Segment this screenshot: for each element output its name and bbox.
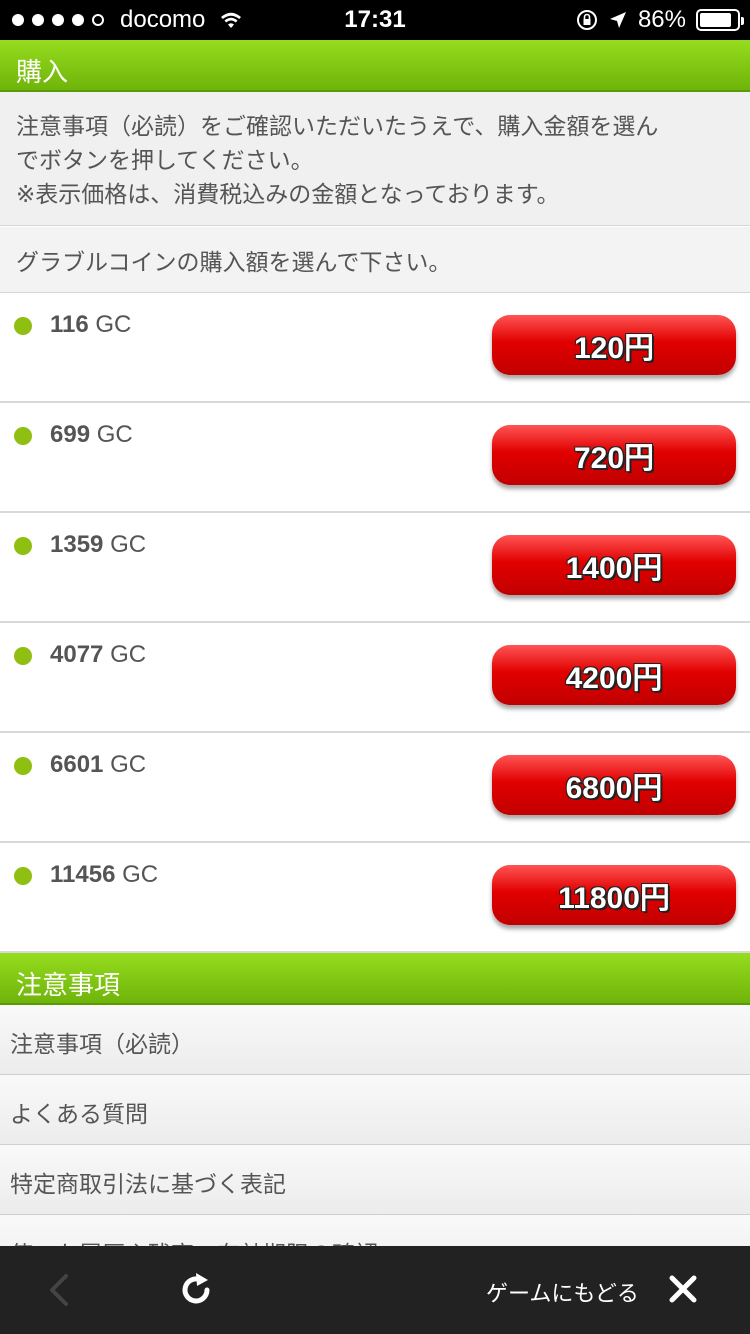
price-button-120[interactable]: 120円 [492,315,736,375]
coin-amount: 11456 GC [50,861,158,889]
purchase-option-row: 116 GC 120円 [0,293,750,403]
battery-icon [696,9,744,31]
purchase-option-row: 699 GC 720円 [0,403,750,513]
return-to-game-label[interactable]: ゲームにもどる [486,1276,639,1308]
coin-unit: GC [110,751,147,778]
coin-amount: 6601 GC [50,751,146,779]
bullet-icon [14,757,32,775]
bottom-toolbar: ゲームにもどる [0,1246,750,1334]
back-arrow-icon[interactable] [40,1270,80,1310]
status-bar: docomo 17:31 86% [0,0,750,40]
coin-count: 116 [50,311,89,338]
coin-amount: 4077 GC [50,641,146,669]
menu-item-faq[interactable]: よくある質問 [0,1075,750,1145]
price-button-6800[interactable]: 6800円 [492,755,736,815]
rotation-lock-icon [576,10,597,30]
purchase-option-row: 1359 GC 1400円 [0,513,750,623]
coin-amount: 699 GC [50,421,133,449]
price-button-4200[interactable]: 4200円 [492,645,736,705]
purchase-option-row: 6601 GC 6800円 [0,733,750,843]
menu-item-notice[interactable]: 注意事項（必読） [0,1005,750,1075]
reload-icon[interactable] [176,1270,216,1310]
coin-count: 11456 [50,861,116,888]
price-button-1400[interactable]: 1400円 [492,535,736,595]
close-icon[interactable] [668,1274,698,1304]
purchase-header: 購入 [0,40,750,92]
bullet-icon [14,867,32,885]
location-arrow-icon [609,12,626,28]
purchase-option-row: 4077 GC 4200円 [0,623,750,733]
notice-box: 注意事項（必読）をご確認いただいたうえで、購入金額を選ん でボタンを押してくださ… [0,92,750,226]
notes-header: 注意事項 [0,953,750,1005]
purchase-options-list: 116 GC 120円 699 GC 720円 1359 GC 1400円 40… [0,293,750,953]
purchase-option-row: 11456 GC 11800円 [0,843,750,953]
coin-count: 4077 [50,641,104,668]
bullet-icon [14,647,32,665]
bullet-icon [14,537,32,555]
coin-count: 1359 [50,531,104,558]
battery-percent: 86% [637,6,686,33]
notice-line-1: 注意事項（必読）をご確認いただいたうえで、購入金額を選ん [16,114,659,140]
notice-line-2: でボタンを押してください。 [16,148,314,174]
coin-unit: GC [110,641,147,668]
coin-unit: GC [110,531,147,558]
notice-line-3: ※表示価格は、消費税込みの金額となっております。 [16,182,560,208]
choose-amount-text: グラブルコインの購入額を選んで下さい。 [0,227,750,293]
notes-menu-list: 注意事項（必読） よくある質問 特定商取引法に基づく表記 使った履歴や残高、有効… [0,1005,750,1285]
bullet-icon [14,317,32,335]
coin-amount: 116 GC [50,311,131,339]
coin-count: 6601 [50,751,104,778]
price-button-11800[interactable]: 11800円 [492,865,736,925]
price-button-720[interactable]: 720円 [492,425,736,485]
coin-unit: GC [122,861,159,888]
battery-fill [700,13,731,27]
status-right: 86% [576,6,744,34]
coin-amount: 1359 GC [50,531,146,559]
coin-unit: GC [96,421,133,448]
coin-unit: GC [95,311,132,338]
menu-item-commerce-law[interactable]: 特定商取引法に基づく表記 [0,1145,750,1215]
bullet-icon [14,427,32,445]
coin-count: 699 [50,421,91,448]
